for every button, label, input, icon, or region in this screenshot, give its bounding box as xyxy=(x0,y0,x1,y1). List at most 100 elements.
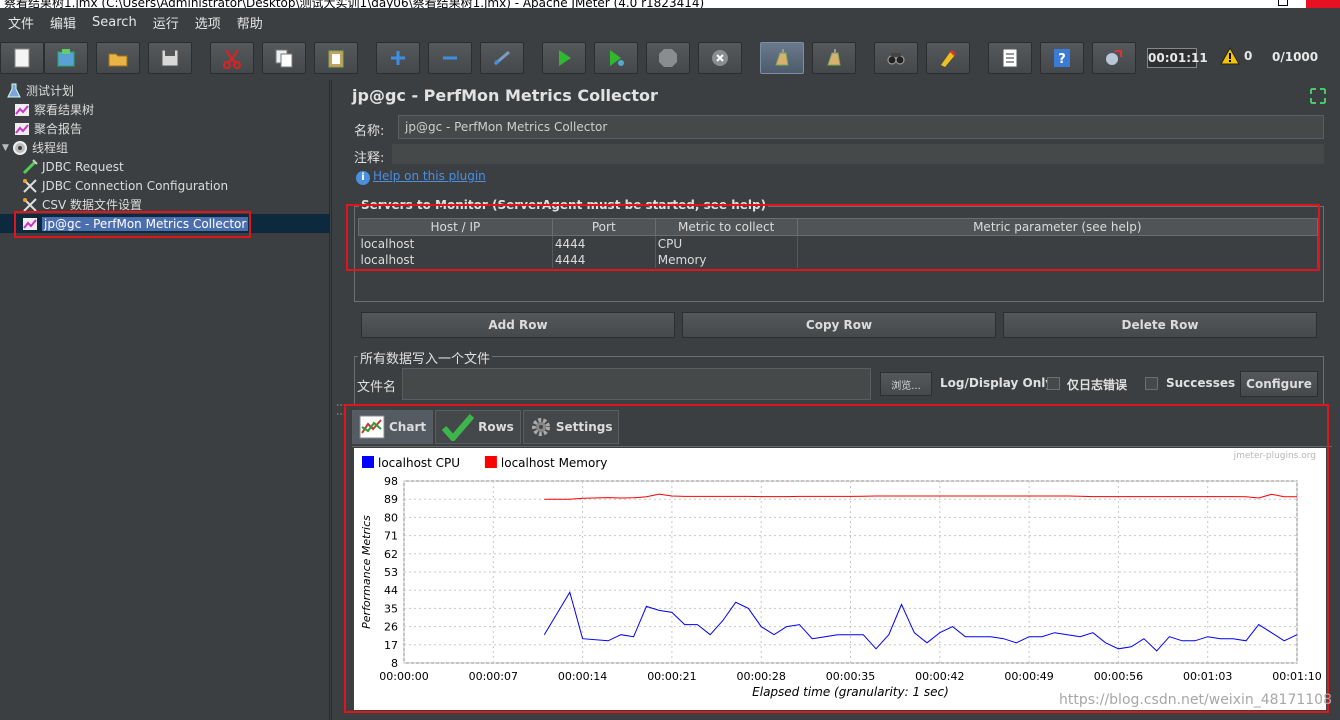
reset-search-icon xyxy=(941,49,957,67)
log-display-label: Log/Display Only: xyxy=(940,376,1058,390)
clear-icon xyxy=(775,49,789,66)
active-threads: 0/1000 xyxy=(1272,50,1319,64)
collapse-arrow-icon[interactable]: ▼ xyxy=(2,143,9,153)
start-button[interactable] xyxy=(542,42,586,74)
tree-item-label: 线程组 xyxy=(32,141,69,155)
tree-item-view-results-tree[interactable]: 察看结果树 xyxy=(14,100,94,119)
paste-icon xyxy=(328,50,344,68)
successes-checkbox[interactable] xyxy=(1145,377,1158,390)
reset-search-button[interactable] xyxy=(926,42,970,74)
clear-all-button[interactable] xyxy=(812,42,856,74)
expand-all-button[interactable] xyxy=(376,42,420,74)
warning-indicator[interactable]: 0 xyxy=(1220,47,1252,65)
filename-label: 文件名 xyxy=(357,380,397,395)
info-icon: i xyxy=(356,171,370,185)
copy-row-button[interactable]: Copy Row xyxy=(682,312,996,338)
copy-icon xyxy=(275,49,293,68)
toolbar: ? xyxy=(0,36,1340,80)
new-button[interactable] xyxy=(0,42,44,74)
new-icon xyxy=(14,48,30,68)
maximize-button[interactable] xyxy=(1278,0,1288,6)
shutdown-icon xyxy=(712,50,728,66)
cut-button[interactable] xyxy=(210,42,254,74)
warning-count: 0 xyxy=(1244,49,1253,63)
highlight-annotation xyxy=(346,204,1320,271)
menu-edit[interactable]: 编辑 xyxy=(42,13,84,32)
stop-button[interactable] xyxy=(646,42,690,74)
close-window-button[interactable] xyxy=(1306,0,1340,8)
toggle-icon xyxy=(494,50,510,66)
page-title: jp@gc - PerfMon Metrics Collector xyxy=(352,86,658,105)
tree-item-thread-group[interactable]: 线程组 xyxy=(12,138,68,157)
comment-field[interactable] xyxy=(392,144,1324,164)
browse-button[interactable]: 浏览... xyxy=(880,372,932,396)
warning-icon xyxy=(1220,47,1240,65)
cut-icon xyxy=(223,49,241,69)
split-pane-divider[interactable]: ⋮⋮ xyxy=(331,80,346,720)
templates-icon xyxy=(57,49,75,67)
tree-item-jdbc-request[interactable]: JDBC Request xyxy=(22,157,124,176)
start-no-pause-icon xyxy=(610,50,624,66)
clear-button[interactable] xyxy=(760,42,804,74)
thread-group-icon xyxy=(13,140,27,155)
tree-item-jdbc-connection-config[interactable]: JDBC Connection Configuration xyxy=(22,176,228,195)
function-helper-button[interactable] xyxy=(988,42,1032,74)
jmeter-window: 察看结果树1.jmx (C:\Users\Administrator\Deskt… xyxy=(0,0,1340,720)
menu-search[interactable]: Search xyxy=(84,15,145,30)
test-plan-tree: 测试计划 察看结果树 聚合报告 ▼ 线程组 JDBC Request JDBC … xyxy=(0,80,330,720)
sampler-icon xyxy=(22,158,38,174)
open-icon xyxy=(108,53,128,67)
help-link[interactable]: Help on this plugin xyxy=(373,169,486,183)
templates-button[interactable] xyxy=(44,42,88,74)
search-button[interactable] xyxy=(874,42,918,74)
tree-item-label: JDBC Connection Configuration xyxy=(42,178,229,193)
configure-button[interactable]: Configure xyxy=(1240,371,1318,397)
save-button[interactable] xyxy=(148,42,192,74)
name-label: 名称: xyxy=(354,124,385,139)
tree-item-aggregate-report[interactable]: 聚合报告 xyxy=(14,119,82,138)
test-plan-icon xyxy=(7,83,21,97)
config-icon xyxy=(23,178,37,193)
successes-label: Successes xyxy=(1166,376,1236,390)
tree-item-label: JDBC Request xyxy=(42,159,124,174)
paste-button[interactable] xyxy=(314,42,358,74)
name-field[interactable]: jp@gc - PerfMon Metrics Collector xyxy=(398,115,1324,139)
save-icon xyxy=(161,49,179,67)
shutdown-button[interactable] xyxy=(698,42,742,74)
start-icon xyxy=(559,50,571,66)
menu-bar: 文件 编辑 Search 运行 选项 帮助 xyxy=(0,8,1340,36)
clear-all-icon xyxy=(827,49,841,66)
add-row-button[interactable]: Add Row xyxy=(361,312,675,338)
help-icon: ? xyxy=(1054,49,1070,67)
listener-icon xyxy=(15,122,29,135)
menu-options[interactable]: 选项 xyxy=(187,13,229,32)
elapsed-timer: 00:01:11 xyxy=(1147,48,1208,68)
fullscreen-icon[interactable] xyxy=(1310,88,1326,104)
stop-icon xyxy=(659,49,677,67)
start-no-pauses-button[interactable] xyxy=(594,42,638,74)
expand-icon xyxy=(391,51,405,65)
copy-button[interactable] xyxy=(262,42,306,74)
function-helper-icon xyxy=(1002,48,1018,68)
search-icon xyxy=(887,53,905,65)
collapse-all-button[interactable] xyxy=(428,42,472,74)
menu-file[interactable]: 文件 xyxy=(0,13,42,32)
tree-item-label: 聚合报告 xyxy=(34,122,83,136)
page-watermark: https://blog.csdn.net/weixin_48171108 xyxy=(1058,692,1332,708)
menu-help[interactable]: 帮助 xyxy=(229,13,271,32)
toggle-button[interactable] xyxy=(480,42,524,74)
title-bar: 察看结果树1.jmx (C:\Users\Administrator\Deskt… xyxy=(0,0,1340,8)
help-button[interactable]: ? xyxy=(1040,42,1084,74)
menu-run[interactable]: 运行 xyxy=(145,13,187,32)
open-button[interactable] xyxy=(96,42,140,74)
tree-item-test-plan[interactable]: 测试计划 xyxy=(6,81,74,100)
svg-text:?: ? xyxy=(1058,52,1066,67)
errors-only-label: 仅日志错误 xyxy=(1067,378,1128,392)
errors-only-checkbox[interactable] xyxy=(1047,377,1060,390)
filename-input[interactable] xyxy=(402,368,871,400)
remote-icon xyxy=(1106,50,1122,65)
file-group-title: 所有数据写入一个文件 xyxy=(358,348,493,367)
comment-label: 注释: xyxy=(354,151,385,166)
remote-button[interactable] xyxy=(1092,42,1136,74)
delete-row-button[interactable]: Delete Row xyxy=(1003,312,1317,338)
